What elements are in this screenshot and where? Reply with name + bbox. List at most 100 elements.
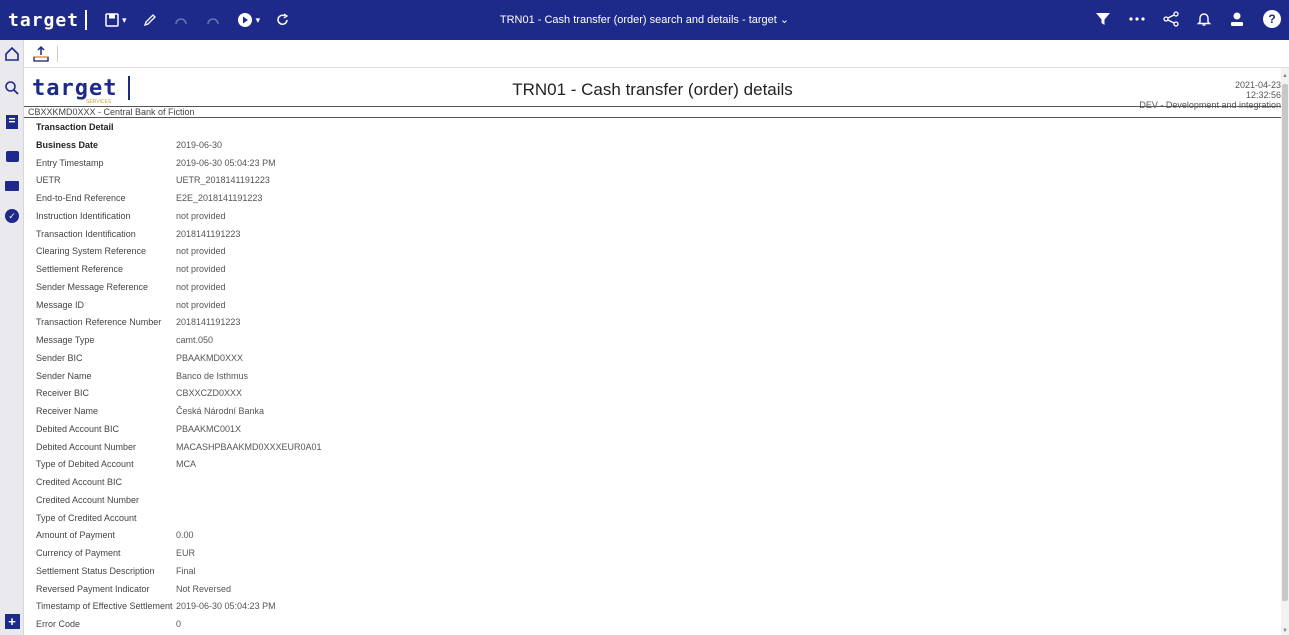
detail-label: Sender BIC xyxy=(36,352,83,363)
accounts-group-icon[interactable] xyxy=(4,178,20,194)
detail-row: Business Date 2019-06-30 xyxy=(36,136,1276,154)
home-icon[interactable] xyxy=(4,46,20,62)
detail-label: End-to-End Reference xyxy=(36,193,126,204)
detail-label: Credited Account BIC xyxy=(36,477,123,488)
help-icon[interactable]: ? xyxy=(1263,10,1281,28)
page-time: 12:32:56 xyxy=(1245,90,1281,100)
search-icon[interactable] xyxy=(4,80,20,96)
detail-value: not provided xyxy=(176,281,226,292)
detail-label: Clearing System Reference xyxy=(36,246,147,257)
detail-row: Type of Credited Account xyxy=(36,509,1276,527)
section-heading: Transaction Detail xyxy=(36,122,114,132)
scroll-up-icon[interactable]: ▲ xyxy=(1281,73,1289,79)
detail-row: Currency of Payment EUR xyxy=(36,544,1276,562)
detail-label: Transaction Reference Number xyxy=(36,317,162,328)
detail-row: UETR UETR_2018141191223 xyxy=(36,172,1276,190)
export-icon[interactable] xyxy=(32,45,50,63)
redo-icon[interactable] xyxy=(205,14,221,26)
detail-value: E2E_2018141191223 xyxy=(176,193,263,204)
vertical-scrollbar[interactable]: ▲ ▼ xyxy=(1281,68,1289,635)
detail-label: Instruction Identification xyxy=(36,210,131,221)
detail-label: Credited Account Number xyxy=(36,494,140,505)
detail-label: Message Type xyxy=(36,335,95,346)
edit-icon[interactable] xyxy=(143,13,157,27)
detail-row: Debited Account Number MACASHPBAAKMD0XXXE… xyxy=(36,438,1276,456)
undo-icon[interactable] xyxy=(173,14,189,26)
scroll-down-icon[interactable]: ▼ xyxy=(1281,628,1289,634)
detail-row: Entry Timestamp 2019-06-30 05:04:23 PM xyxy=(36,154,1276,172)
detail-row: Amount of Payment 0.00 xyxy=(36,527,1276,545)
page-header: target SERVICES TRN01 - Cash transfer (o… xyxy=(24,68,1281,110)
refresh-icon[interactable] xyxy=(276,13,290,27)
document-icon[interactable] xyxy=(4,114,20,130)
share-icon[interactable] xyxy=(1163,11,1179,27)
detail-row: Clearing System Reference not provided xyxy=(36,243,1276,261)
detail-label: Entry Timestamp xyxy=(36,157,104,168)
detail-row: Message Type camt.050 xyxy=(36,331,1276,349)
play-icon[interactable]: ▾ xyxy=(237,12,261,28)
detail-label: Sender Message Reference xyxy=(36,281,149,292)
detail-value: not provided xyxy=(176,264,226,275)
detail-row: Credited Account Number xyxy=(36,491,1276,509)
bell-icon[interactable] xyxy=(1197,11,1211,27)
account-icon[interactable] xyxy=(4,148,20,164)
detail-row: Transaction Reference Number 201814119122… xyxy=(36,314,1276,332)
detail-value: not provided xyxy=(176,246,226,257)
filter-icon[interactable] xyxy=(1095,11,1111,27)
detail-label: Sender Name xyxy=(36,370,92,381)
secondary-toolbar xyxy=(24,40,1289,68)
detail-label: Currency of Payment xyxy=(36,548,121,559)
detail-value: EUR xyxy=(176,548,196,559)
detail-label: Settlement Status Description xyxy=(36,565,155,576)
page-title: TRN01 - Cash transfer (order) details xyxy=(512,80,793,99)
detail-value: camt.050 xyxy=(176,335,214,346)
detail-label: Debited Account BIC xyxy=(36,423,120,434)
detail-value: 0 xyxy=(176,619,182,630)
detail-label: Receiver Name xyxy=(36,406,99,417)
detail-rows: Business Date 2019-06-30 Entry Timestamp 20… xyxy=(36,136,1276,633)
chevron-down-icon[interactable]: ▾ xyxy=(256,15,261,25)
detail-label: Receiver BIC xyxy=(36,388,90,399)
detail-row: End-to-End Reference E2E_2018141191223 xyxy=(36,189,1276,207)
scrollbar-thumb[interactable] xyxy=(1282,84,1288,601)
detail-label: Transaction Identification xyxy=(36,228,136,239)
detail-label: Amount of Payment xyxy=(36,530,116,541)
detail-label: Timestamp of Effective Settlement xyxy=(36,601,173,612)
detail-row: Type of Debited Account MCA xyxy=(36,456,1276,474)
add-icon[interactable]: + xyxy=(4,613,20,629)
detail-value: Banco de Isthmus xyxy=(176,370,249,381)
window-title-text[interactable]: TRN01 - Cash transfer (order) search and… xyxy=(500,14,777,26)
detail-row: Instruction Identification not provided xyxy=(36,207,1276,225)
detail-value: MCA xyxy=(176,459,196,470)
save-icon[interactable]: ▾ xyxy=(105,13,127,27)
detail-label: Reversed Payment Indicator xyxy=(36,583,150,594)
toolbar-left: ▾ ▾ xyxy=(105,12,290,28)
app-logo: target xyxy=(8,9,80,31)
page-date: 2021-04-23 xyxy=(1234,80,1281,90)
detail-row: Transaction Identification 2018141191223 xyxy=(36,225,1276,243)
detail-row: Sender BIC PBAAKMD0XXX xyxy=(36,349,1276,367)
detail-value: 2019-06-30 05:04:23 PM xyxy=(176,601,276,612)
detail-label: UETR xyxy=(36,175,61,186)
detail-value: not provided xyxy=(176,210,226,221)
detail-label: Type of Debited Account xyxy=(36,459,134,470)
user-icon[interactable] xyxy=(1229,11,1245,27)
detail-row: Reversed Payment Indicator Not Reversed xyxy=(36,580,1276,598)
transaction-detail: Transaction Detail Business Date 2019-06-… xyxy=(36,119,1276,633)
detail-row: Debited Account BIC PBAAKMC001X xyxy=(36,420,1276,438)
left-sidebar: ✓ + xyxy=(0,40,24,635)
detail-row: Message ID not provided xyxy=(36,296,1276,314)
detail-label: Type of Credited Account xyxy=(36,512,137,523)
detail-value: PBAAKMC001X xyxy=(176,423,242,434)
check-circle-icon[interactable]: ✓ xyxy=(4,208,20,224)
title-chevron-down-icon[interactable]: ⌄ xyxy=(780,14,789,26)
detail-value: 2019-06-30 05:04:23 PM xyxy=(176,157,276,168)
logo-divider xyxy=(85,10,88,30)
chevron-down-icon[interactable]: ▾ xyxy=(122,15,127,25)
detail-value: Not Reversed xyxy=(176,583,232,594)
more-icon[interactable] xyxy=(1129,16,1145,22)
toolbar-divider xyxy=(57,46,58,62)
detail-value: PBAAKMD0XXX xyxy=(176,352,244,363)
detail-label: Settlement Reference xyxy=(36,264,124,275)
detail-label: Error Code xyxy=(36,619,81,630)
